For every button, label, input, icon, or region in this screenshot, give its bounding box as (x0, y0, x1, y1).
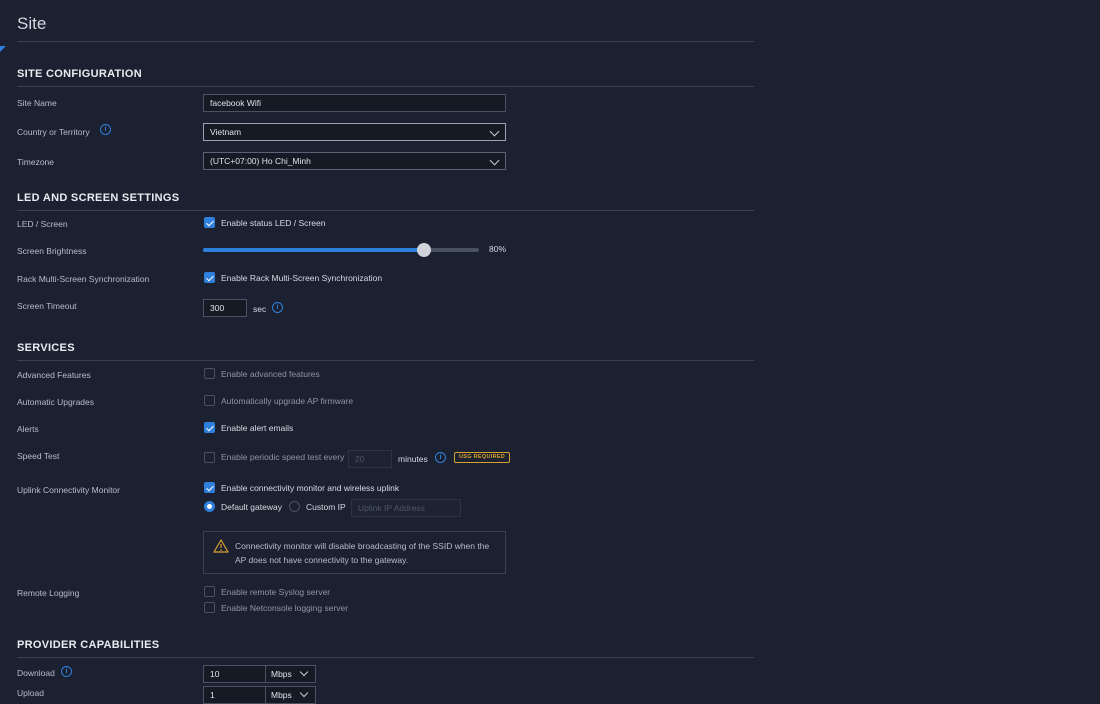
page-title: Site (17, 14, 47, 33)
upload-unit-select[interactable]: Mbps (265, 687, 315, 703)
download-label: Download (17, 668, 55, 678)
timezone-select[interactable]: (UTC+07:00) Ho Chi_Minh (203, 152, 506, 170)
chevron-down-icon (489, 126, 500, 137)
site-name-input[interactable]: facebook Wifi (203, 94, 506, 112)
automatic-upgrades-checkbox-label[interactable]: Automatically upgrade AP firmware (221, 396, 353, 406)
advanced-features-checkbox[interactable] (204, 368, 215, 379)
chevron-down-icon (489, 155, 500, 166)
upload-field[interactable]: 1 Mbps (203, 686, 316, 704)
section-heading-led-screen: LED AND SCREEN SETTINGS (17, 192, 180, 204)
speed-test-label: Speed Test (17, 451, 60, 461)
section-divider (17, 86, 754, 87)
usg-required-badge: USG REQUIRED (454, 452, 511, 463)
remote-logging-label: Remote Logging (17, 588, 80, 598)
section-heading-provider-capabilities: PROVIDER CAPABILITIES (17, 639, 160, 651)
advanced-features-label: Advanced Features (17, 370, 91, 380)
rack-sync-label: Rack Multi-Screen Synchronization (17, 274, 150, 284)
default-gateway-radio[interactable] (204, 501, 215, 512)
rack-sync-checkbox-label[interactable]: Enable Rack Multi-Screen Synchronization (221, 273, 382, 283)
speed-test-interval-input[interactable]: 20 (348, 450, 392, 468)
speed-test-checkbox[interactable] (204, 452, 215, 463)
info-icon[interactable]: i (435, 452, 446, 463)
custom-ip-label[interactable]: Custom IP (306, 502, 346, 512)
custom-ip-input[interactable]: Uplink IP Address (351, 499, 461, 517)
active-indicator (0, 46, 6, 52)
automatic-upgrades-checkbox[interactable] (204, 395, 215, 406)
chevron-down-icon (299, 688, 309, 698)
country-label: Country or Territory (17, 127, 90, 137)
alerts-checkbox-label[interactable]: Enable alert emails (221, 423, 293, 433)
netconsole-checkbox[interactable] (204, 602, 215, 613)
section-heading-site-configuration: SITE CONFIGURATION (17, 68, 142, 80)
custom-ip-radio[interactable] (289, 501, 300, 512)
site-settings-panel: Site SITE CONFIGURATION Site Name facebo… (0, 0, 1100, 704)
speed-test-unit: minutes (398, 454, 428, 464)
default-gateway-label[interactable]: Default gateway (221, 502, 282, 512)
brightness-slider-handle[interactable] (416, 243, 431, 257)
title-divider (17, 41, 754, 42)
section-divider (17, 210, 754, 211)
info-icon[interactable]: i (100, 124, 111, 135)
timezone-label: Timezone (17, 157, 55, 167)
connectivity-warning: Connectivity monitor will disable broadc… (203, 531, 506, 574)
section-heading-services: SERVICES (17, 342, 75, 354)
uplink-monitor-checkbox[interactable] (204, 482, 215, 493)
remote-syslog-checkbox[interactable] (204, 586, 215, 597)
upload-unit-value: Mbps (271, 690, 292, 700)
chevron-down-icon (299, 667, 309, 677)
advanced-features-checkbox-label[interactable]: Enable advanced features (221, 369, 320, 379)
info-icon[interactable]: i (272, 302, 283, 313)
rack-sync-checkbox[interactable] (204, 272, 215, 283)
brightness-slider[interactable] (203, 243, 479, 257)
site-name-label: Site Name (17, 98, 57, 108)
brightness-slider-fill (203, 248, 424, 252)
alerts-checkbox[interactable] (204, 422, 215, 433)
led-screen-checkbox-label[interactable]: Enable status LED / Screen (221, 218, 325, 228)
country-select-value: Vietnam (210, 127, 242, 137)
download-unit-value: Mbps (271, 669, 292, 679)
alerts-label: Alerts (17, 424, 39, 434)
warning-icon (213, 539, 229, 553)
download-input[interactable]: 10 (210, 666, 219, 682)
upload-input[interactable]: 1 (210, 687, 215, 703)
download-field[interactable]: 10 Mbps (203, 665, 316, 683)
remote-syslog-checkbox-label[interactable]: Enable remote Syslog server (221, 587, 330, 597)
timezone-select-value: (UTC+07:00) Ho Chi_Minh (210, 156, 311, 166)
brightness-value: 80% (489, 244, 507, 254)
warning-text: Connectivity monitor will disable broadc… (235, 541, 490, 565)
automatic-upgrades-label: Automatic Upgrades (17, 397, 95, 407)
speed-test-checkbox-label[interactable]: Enable periodic speed test every (221, 452, 344, 462)
section-divider (17, 657, 754, 658)
uplink-monitor-label: Uplink Connectivity Monitor (17, 485, 120, 495)
led-screen-label: LED / Screen (17, 219, 68, 229)
country-select[interactable]: Vietnam (203, 123, 506, 141)
download-unit-select[interactable]: Mbps (265, 666, 315, 682)
uplink-monitor-checkbox-label[interactable]: Enable connectivity monitor and wireless… (221, 483, 399, 493)
section-divider (17, 360, 754, 361)
screen-timeout-input[interactable]: 300 (203, 299, 247, 317)
screen-brightness-label: Screen Brightness (17, 246, 87, 256)
led-screen-checkbox[interactable] (204, 217, 215, 228)
info-icon[interactable]: i (61, 666, 72, 677)
netconsole-checkbox-label[interactable]: Enable Netconsole logging server (221, 603, 348, 613)
screen-timeout-label: Screen Timeout (17, 301, 77, 311)
screen-timeout-unit: sec (253, 304, 267, 314)
